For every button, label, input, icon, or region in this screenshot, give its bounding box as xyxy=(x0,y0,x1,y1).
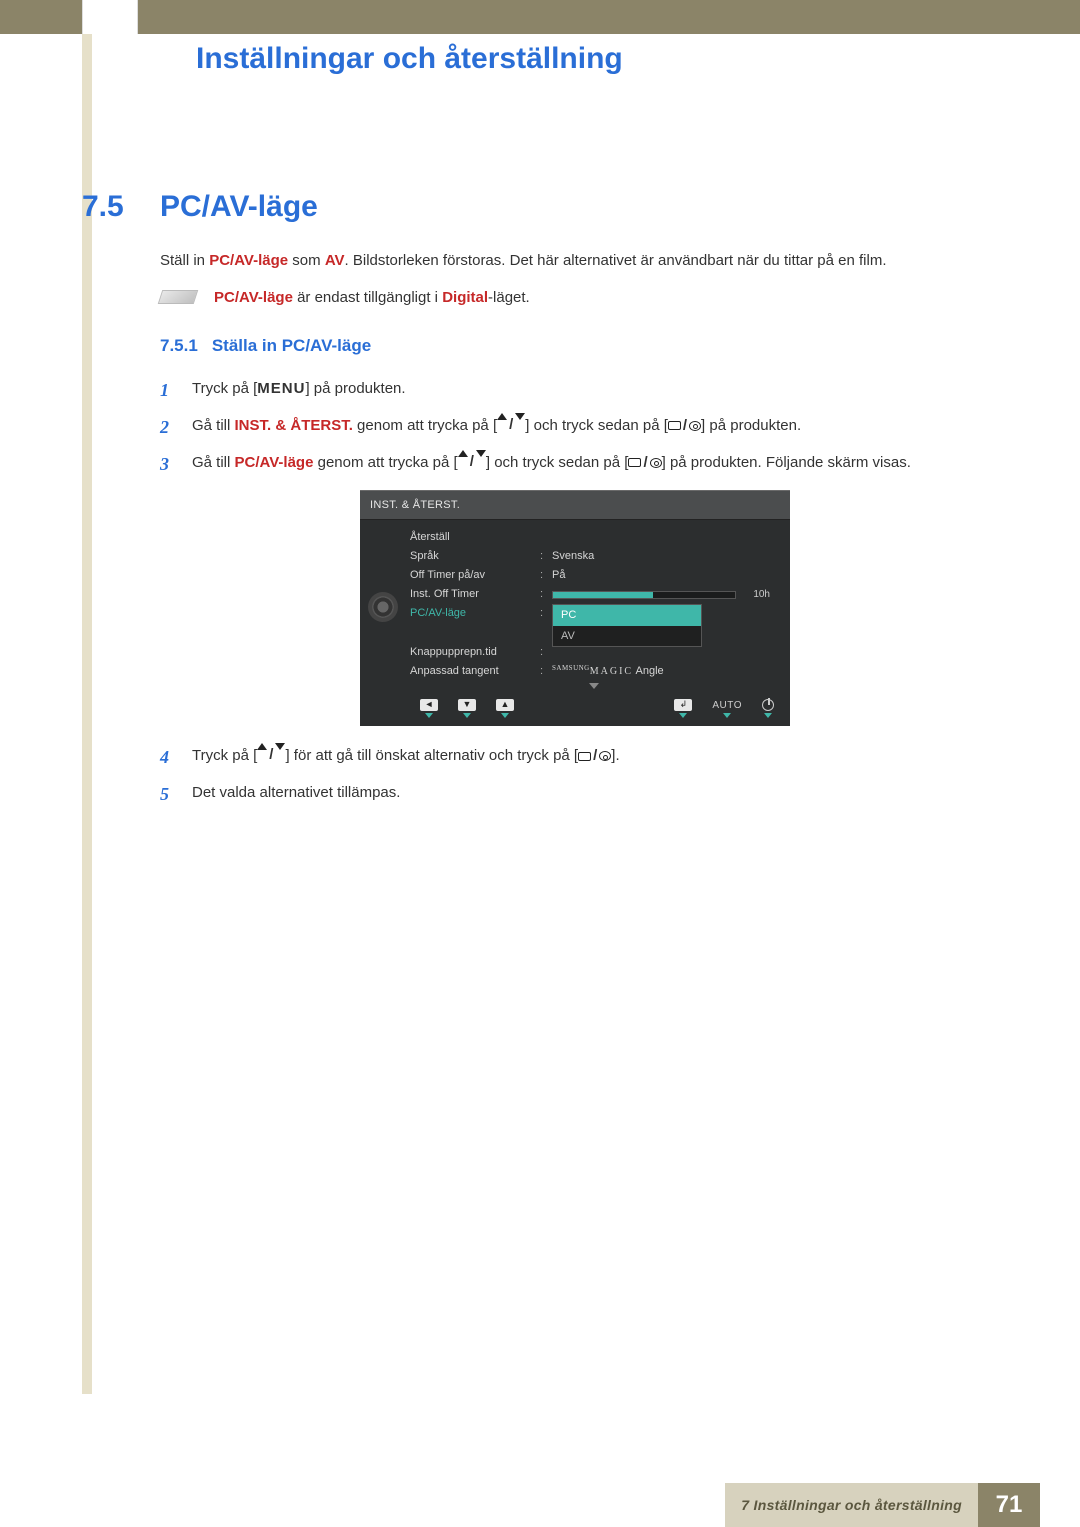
intro-term1: PC/AV-läge xyxy=(209,252,288,269)
note-text: PC/AV-läge är endast tillgängligt i Digi… xyxy=(214,287,530,310)
step-1: 1 Tryck på [MENU] på produkten. xyxy=(160,377,990,404)
osd-slider xyxy=(552,591,736,599)
footer-tail xyxy=(1040,1483,1080,1527)
left-rail xyxy=(82,34,92,1394)
updown-icon: / xyxy=(257,743,285,766)
source-enter-icon: / xyxy=(578,744,611,767)
section-number: 7.5 xyxy=(82,190,160,224)
step-5: 5 Det valda alternativet tillämpas. xyxy=(160,781,990,808)
step-4-num: 4 xyxy=(160,744,176,771)
intro-suffix: . Bildstorleken förstoras. Det här alter… xyxy=(345,252,887,269)
top-banner xyxy=(0,0,1080,34)
osd-row-instoff: Inst. Off Timer: 10h xyxy=(410,585,778,604)
intro-term2: AV xyxy=(325,252,345,269)
osd-footer: ◄ ▼ ▲ ↲ AUTO xyxy=(360,693,790,726)
osd-footer-down-icon: ▼ xyxy=(458,699,476,718)
page-footer: 7 Inställningar och återställning 71 xyxy=(0,1483,1080,1527)
step-2: 2 Gå till INST. & ÅTERST. genom att tryc… xyxy=(160,414,990,441)
note-icon xyxy=(158,290,199,304)
osd-row-keyrep: Knappupprepn.tid: xyxy=(410,643,778,662)
step-3-term: PC/AV-läge xyxy=(235,454,314,471)
osd-title: INST. & ÅTERST. xyxy=(360,491,790,521)
osd-list: Återställ Språk:Svenska Off Timer på/av:… xyxy=(406,520,790,693)
step-2-num: 2 xyxy=(160,414,176,441)
source-enter-icon: / xyxy=(628,451,661,474)
footer-label: 7 Inställningar och återställning xyxy=(725,1483,978,1527)
tab-indicator xyxy=(82,0,138,34)
osd-screenshot: INST. & ÅTERST. Återställ Språk:Svenska … xyxy=(160,490,990,727)
osd-more-icon xyxy=(410,683,778,689)
osd-footer-auto: AUTO xyxy=(712,699,742,718)
subsection-header: 7.5.1 Ställa in PC/AV-läge xyxy=(160,333,990,359)
updown-icon: / xyxy=(458,450,486,473)
osd-row-reset: Återställ xyxy=(410,528,778,547)
osd-row-lang: Språk:Svenska xyxy=(410,547,778,566)
osd-row-pcav: PC/AV-läge: PC AV xyxy=(410,604,778,623)
osd-slider-text: 10h xyxy=(753,587,770,602)
note-suffix: -läget. xyxy=(488,289,530,306)
step-2-term: INST. & ÅTERST. xyxy=(235,417,353,434)
osd-row-customkey: Anpassad tangent: SAMSUNGMAGIC Angle xyxy=(410,662,778,681)
note-digital: Digital xyxy=(442,289,488,306)
step-5-text: Det valda alternativet tillämpas. xyxy=(192,781,990,808)
subsection-title: Ställa in PC/AV-läge xyxy=(212,333,371,359)
chapter-title: Inställningar och återställning xyxy=(196,42,623,76)
intro-paragraph: Ställ in PC/AV-läge som AV. Bildstorleke… xyxy=(160,250,990,273)
note-term: PC/AV-läge xyxy=(214,289,293,306)
step-1-num: 1 xyxy=(160,377,176,404)
osd-opt-pc: PC xyxy=(553,605,701,626)
osd-footer-enter-icon: ↲ xyxy=(674,699,692,718)
section-title: PC/AV-läge xyxy=(160,190,318,224)
footer-page-number: 71 xyxy=(978,1483,1040,1527)
menu-glyph: MENU xyxy=(257,380,305,397)
osd-footer-power-icon xyxy=(762,699,774,718)
step-2-text: Gå till INST. & ÅTERST. genom att trycka… xyxy=(192,414,990,441)
osd-dropdown: PC AV xyxy=(552,604,702,647)
step-5-num: 5 xyxy=(160,781,176,808)
osd-footer-up-icon: ▲ xyxy=(496,699,514,718)
steps-list: 1 Tryck på [MENU] på produkten. 2 Gå til… xyxy=(160,377,990,478)
osd-row-offtimer: Off Timer på/av:På xyxy=(410,566,778,585)
note-mid: är endast tillgängligt i xyxy=(293,289,442,306)
step-4-text: Tryck på [/] för att gå till önskat alte… xyxy=(192,744,990,771)
step-4: 4 Tryck på [/] för att gå till önskat al… xyxy=(160,744,990,771)
osd-side xyxy=(360,520,406,693)
updown-icon: / xyxy=(497,413,525,436)
source-enter-icon: / xyxy=(668,414,701,437)
intro-prefix: Ställ in xyxy=(160,252,209,269)
osd-footer-back-icon: ◄ xyxy=(420,699,438,718)
steps-list-cont: 4 Tryck på [/] för att gå till önskat al… xyxy=(160,744,990,808)
subsection-number: 7.5.1 xyxy=(160,333,198,359)
step-3: 3 Gå till PC/AV-läge genom att trycka på… xyxy=(160,451,990,478)
step-3-text: Gå till PC/AV-läge genom att trycka på [… xyxy=(192,451,990,478)
step-3-num: 3 xyxy=(160,451,176,478)
note-row: PC/AV-läge är endast tillgängligt i Digi… xyxy=(160,287,990,310)
osd-magic-value: SAMSUNGMAGIC Angle xyxy=(552,663,664,680)
gear-icon xyxy=(372,596,394,618)
step-1-text: Tryck på [MENU] på produkten. xyxy=(192,377,990,404)
section-header: 7.5 PC/AV-läge xyxy=(82,190,318,224)
intro-mid: som xyxy=(288,252,325,269)
